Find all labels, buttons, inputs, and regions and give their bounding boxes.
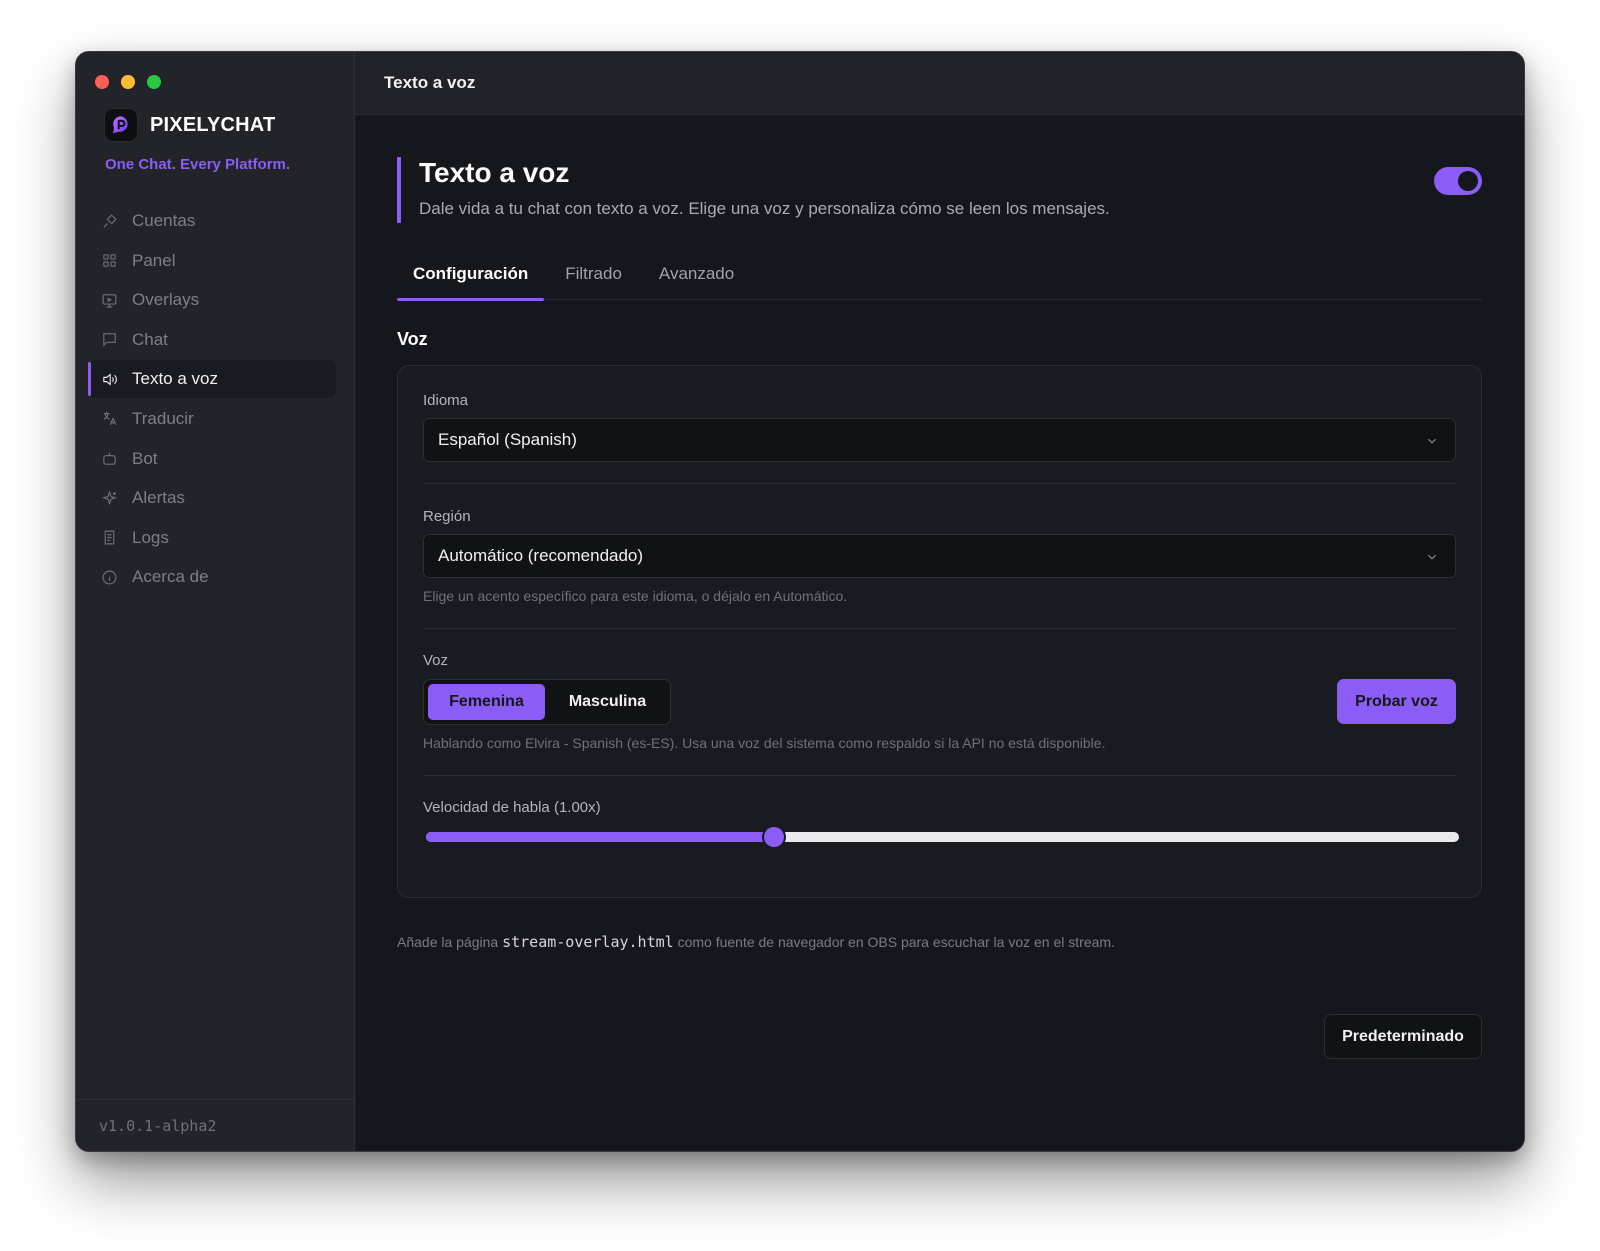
app-tagline: One Chat. Every Platform. bbox=[105, 156, 291, 173]
voice-option-masculina[interactable]: Masculina bbox=[549, 684, 666, 720]
sidebar-item-bot[interactable]: Bot bbox=[88, 440, 336, 478]
section-title-voz: Voz bbox=[397, 329, 428, 349]
chevron-down-icon bbox=[1428, 438, 1436, 444]
app-window: PIXELYCHAT One Chat. Every Platform. Cue… bbox=[75, 51, 1525, 1152]
sidebar-item-panel[interactable]: Panel bbox=[88, 242, 336, 280]
sidebar-item-label: Alertas bbox=[132, 488, 185, 508]
speaker-icon bbox=[103, 373, 117, 386]
sidebar-item-cuentas[interactable]: Cuentas bbox=[88, 202, 336, 240]
page-description: Dale vida a tu chat con texto a voz. Eli… bbox=[419, 199, 1110, 218]
divider bbox=[423, 483, 1456, 484]
plug-icon bbox=[103, 213, 117, 228]
tab-avanzado[interactable]: Avanzado bbox=[643, 255, 750, 300]
logs-icon bbox=[104, 530, 115, 545]
chevron-down-icon bbox=[1428, 554, 1436, 560]
sparkles-icon bbox=[102, 489, 117, 505]
obs-footnote: Añade la página stream-overlay.html como… bbox=[397, 933, 1115, 951]
divider bbox=[423, 628, 1456, 629]
grid-icon bbox=[103, 254, 116, 267]
sidebar-item-label: Cuentas bbox=[132, 211, 196, 230]
minimize-window-button[interactable] bbox=[121, 75, 135, 89]
app-name: PIXELYCHAT bbox=[150, 113, 276, 136]
footnote-prefix: Añade la página bbox=[397, 934, 499, 950]
info-icon bbox=[102, 570, 117, 585]
window-title: Texto a voz bbox=[355, 52, 1524, 115]
sidebar-item-chat[interactable]: Chat bbox=[88, 321, 336, 359]
divider bbox=[423, 775, 1456, 776]
speed-label: Velocidad de habla (1.00x) bbox=[423, 799, 601, 816]
sidebar-item-label: Texto a voz bbox=[132, 369, 218, 389]
footnote-filename: stream-overlay.html bbox=[502, 933, 674, 951]
region-select[interactable]: Automático (recomendado) bbox=[423, 534, 1456, 578]
tab-configuracion[interactable]: Configuración bbox=[397, 255, 545, 301]
sidebar-nav: Cuentas Panel Overlays Chat Texto a voz … bbox=[88, 202, 336, 598]
sidebar-item-traducir[interactable]: Traducir bbox=[88, 400, 336, 438]
app-logo-icon bbox=[104, 108, 138, 142]
region-select-value: Automático (recomendado) bbox=[438, 546, 644, 565]
footnote-suffix: como fuente de navegador en OBS para esc… bbox=[677, 934, 1115, 950]
app-version: v1.0.1-alpha2 bbox=[76, 1099, 354, 1151]
sidebar: PIXELYCHAT One Chat. Every Platform. Cue… bbox=[76, 52, 355, 1151]
sidebar-item-label: Chat bbox=[132, 329, 168, 349]
voice-label: Voz bbox=[423, 652, 449, 669]
tab-bar: Configuración Filtrado Avanzado bbox=[397, 255, 1482, 301]
sidebar-item-label: Panel bbox=[132, 250, 176, 270]
brand: PIXELYCHAT bbox=[104, 108, 275, 142]
monitor-icon bbox=[102, 293, 117, 308]
language-select-value: Español (Spanish) bbox=[438, 430, 577, 449]
region-help-text: Elige un acento específico para este idi… bbox=[423, 588, 848, 604]
sidebar-item-texto-a-voz[interactable]: Texto a voz bbox=[88, 360, 336, 399]
speech-speed-slider[interactable] bbox=[426, 827, 1459, 847]
main-panel: Texto a voz Texto a voz Dale vida a tu c… bbox=[355, 52, 1524, 1151]
region-label: Región bbox=[423, 508, 471, 525]
robot-icon bbox=[103, 452, 116, 465]
language-label: Idioma bbox=[423, 392, 469, 409]
voice-settings-card: Idioma Español (Spanish) Región Automáti… bbox=[397, 365, 1482, 898]
sidebar-item-alertas[interactable]: Alertas bbox=[88, 479, 336, 517]
sidebar-item-label: Logs bbox=[132, 527, 169, 547]
sidebar-item-label: Acerca de bbox=[132, 567, 209, 587]
slider-fill bbox=[426, 832, 775, 842]
sidebar-item-label: Traducir bbox=[132, 408, 194, 428]
slider-thumb[interactable] bbox=[764, 827, 785, 847]
sidebar-item-label: Bot bbox=[132, 448, 158, 468]
page-title: Texto a voz bbox=[419, 157, 570, 188]
tts-enable-toggle[interactable] bbox=[1434, 167, 1482, 195]
test-voice-button[interactable]: Probar voz bbox=[1337, 679, 1456, 724]
voice-option-femenina[interactable]: Femenina bbox=[428, 684, 545, 720]
sidebar-item-label: Overlays bbox=[132, 290, 200, 310]
toggle-knob bbox=[1458, 171, 1478, 191]
tab-filtrado[interactable]: Filtrado bbox=[549, 255, 638, 300]
sidebar-item-logs[interactable]: Logs bbox=[88, 519, 336, 557]
language-select[interactable]: Español (Spanish) bbox=[423, 418, 1456, 462]
maximize-window-button[interactable] bbox=[147, 75, 161, 89]
reset-defaults-button[interactable]: Predeterminado bbox=[1324, 1014, 1482, 1059]
page-header: Texto a voz Dale vida a tu chat con text… bbox=[397, 157, 1297, 223]
chat-bubble-icon bbox=[103, 333, 116, 347]
close-window-button[interactable] bbox=[95, 75, 109, 89]
window-controls bbox=[95, 75, 161, 89]
voice-help-text: Hablando como Elvira - Spanish (es-ES). … bbox=[423, 735, 1106, 751]
translate-icon bbox=[103, 412, 117, 426]
voice-gender-selector: Femenina Masculina bbox=[423, 679, 671, 725]
sidebar-item-acerca-de[interactable]: Acerca de bbox=[88, 558, 336, 596]
sidebar-item-overlays[interactable]: Overlays bbox=[88, 281, 336, 319]
